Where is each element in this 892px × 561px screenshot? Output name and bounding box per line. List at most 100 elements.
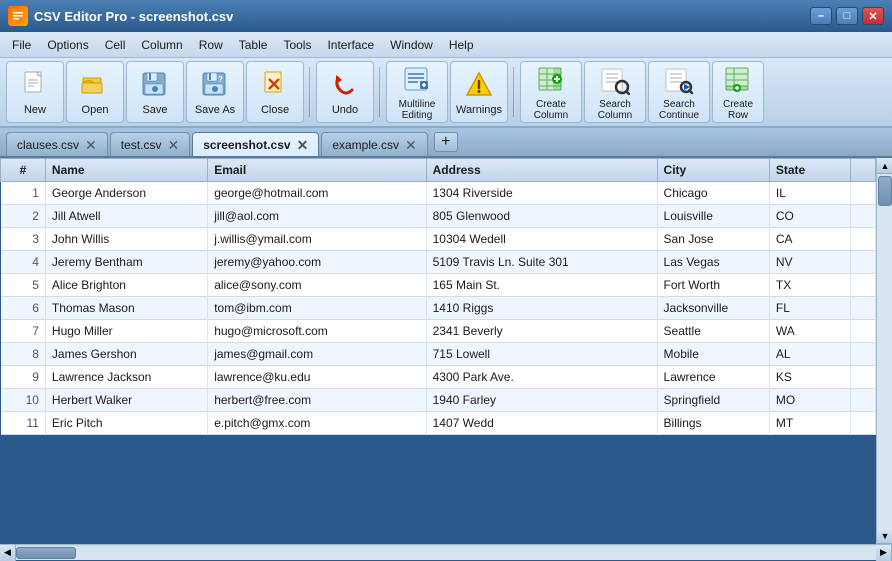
table-row[interactable]: 7 Hugo Miller hugo@microsoft.com 2341 Be… [1, 320, 876, 343]
cell-name[interactable]: Lawrence Jackson [45, 366, 207, 389]
scroll-left-button[interactable]: ◀ [0, 545, 16, 561]
cell-state[interactable]: MO [769, 389, 850, 412]
tab-clauses-close[interactable]: ✕ [85, 138, 97, 152]
h-scroll-track[interactable] [16, 546, 876, 560]
tab-example-close[interactable]: ✕ [405, 138, 417, 152]
cell-email[interactable]: hugo@microsoft.com [208, 320, 426, 343]
table-row[interactable]: 5 Alice Brighton alice@sony.com 165 Main… [1, 274, 876, 297]
scroll-down-button[interactable]: ▼ [877, 528, 892, 544]
cell-state[interactable]: IL [769, 182, 850, 205]
cell-email[interactable]: herbert@free.com [208, 389, 426, 412]
cell-city[interactable]: San Jose [657, 228, 769, 251]
cell-city[interactable]: Fort Worth [657, 274, 769, 297]
multiline-button[interactable]: Multiline Editing [386, 61, 448, 123]
cell-city[interactable]: Chicago [657, 182, 769, 205]
cell-city[interactable]: Las Vegas [657, 251, 769, 274]
cell-state[interactable]: AL [769, 343, 850, 366]
col-header-city[interactable]: City [657, 159, 769, 182]
cell-city[interactable]: Lawrence [657, 366, 769, 389]
save-button[interactable]: Save [126, 61, 184, 123]
maximize-button[interactable]: □ [836, 7, 858, 25]
menu-column[interactable]: Column [133, 36, 190, 54]
cell-state[interactable]: MT [769, 412, 850, 435]
menu-row[interactable]: Row [191, 36, 231, 54]
cell-address[interactable]: 1407 Wedd [426, 412, 657, 435]
cell-email[interactable]: alice@sony.com [208, 274, 426, 297]
cell-address[interactable]: 5109 Travis Ln. Suite 301 [426, 251, 657, 274]
menu-table[interactable]: Table [231, 36, 276, 54]
tab-screenshot-close[interactable]: ✕ [297, 138, 309, 152]
cell-email[interactable]: tom@ibm.com [208, 297, 426, 320]
cell-state[interactable]: NV [769, 251, 850, 274]
cell-name[interactable]: George Anderson [45, 182, 207, 205]
cell-address[interactable]: 2341 Beverly [426, 320, 657, 343]
cell-email[interactable]: james@gmail.com [208, 343, 426, 366]
menu-file[interactable]: File [4, 36, 39, 54]
cell-name[interactable]: Jill Atwell [45, 205, 207, 228]
table-row[interactable]: 4 Jeremy Bentham jeremy@yahoo.com 5109 T… [1, 251, 876, 274]
cell-address[interactable]: 1304 Riverside [426, 182, 657, 205]
cell-name[interactable]: Eric Pitch [45, 412, 207, 435]
close-file-button[interactable]: Close [246, 61, 304, 123]
warnings-button[interactable]: Warnings [450, 61, 508, 123]
cell-city[interactable]: Jacksonville [657, 297, 769, 320]
cell-state[interactable]: WA [769, 320, 850, 343]
table-row[interactable]: 2 Jill Atwell jill@aol.com 805 Glenwood … [1, 205, 876, 228]
saveas-button[interactable]: ? Save As [186, 61, 244, 123]
minimize-button[interactable]: – [810, 7, 832, 25]
table-row[interactable]: 10 Herbert Walker herbert@free.com 1940 … [1, 389, 876, 412]
cell-city[interactable]: Louisville [657, 205, 769, 228]
tab-screenshot[interactable]: screenshot.csv ✕ [192, 132, 319, 156]
table-row[interactable]: 11 Eric Pitch e.pitch@gmx.com 1407 Wedd … [1, 412, 876, 435]
scroll-right-button[interactable]: ▶ [876, 545, 892, 561]
cell-address[interactable]: 715 Lowell [426, 343, 657, 366]
cell-email[interactable]: george@hotmail.com [208, 182, 426, 205]
tab-test[interactable]: test.csv ✕ [110, 132, 190, 156]
cell-name[interactable]: Alice Brighton [45, 274, 207, 297]
cell-name[interactable]: John Willis [45, 228, 207, 251]
cell-address[interactable]: 165 Main St. [426, 274, 657, 297]
close-button[interactable]: ✕ [862, 7, 884, 25]
cell-name[interactable]: Herbert Walker [45, 389, 207, 412]
scroll-up-button[interactable]: ▲ [877, 158, 892, 174]
cell-city[interactable]: Seattle [657, 320, 769, 343]
h-scroll-thumb[interactable] [16, 547, 76, 559]
undo-button[interactable]: Undo [316, 61, 374, 123]
cell-email[interactable]: e.pitch@gmx.com [208, 412, 426, 435]
cell-city[interactable]: Billings [657, 412, 769, 435]
open-button[interactable]: Open [66, 61, 124, 123]
menu-cell[interactable]: Cell [97, 36, 134, 54]
cell-state[interactable]: FL [769, 297, 850, 320]
cell-email[interactable]: jill@aol.com [208, 205, 426, 228]
new-button[interactable]: New [6, 61, 64, 123]
col-header-address[interactable]: Address [426, 159, 657, 182]
menu-interface[interactable]: Interface [319, 36, 382, 54]
cell-name[interactable]: Hugo Miller [45, 320, 207, 343]
cell-city[interactable]: Springfield [657, 389, 769, 412]
cell-name[interactable]: Thomas Mason [45, 297, 207, 320]
menu-window[interactable]: Window [382, 36, 441, 54]
col-header-name[interactable]: Name [45, 159, 207, 182]
cell-name[interactable]: Jeremy Bentham [45, 251, 207, 274]
cell-address[interactable]: 805 Glenwood [426, 205, 657, 228]
cell-address[interactable]: 1940 Farley [426, 389, 657, 412]
col-header-email[interactable]: Email [208, 159, 426, 182]
menu-options[interactable]: Options [39, 36, 96, 54]
cell-address[interactable]: 4300 Park Ave. [426, 366, 657, 389]
cell-state[interactable]: KS [769, 366, 850, 389]
cell-address[interactable]: 1410 Riggs [426, 297, 657, 320]
horizontal-scrollbar[interactable]: ◀ ▶ [0, 544, 892, 560]
scroll-track[interactable] [877, 174, 892, 528]
add-tab-button[interactable]: + [434, 132, 458, 152]
cell-email[interactable]: lawrence@ku.edu [208, 366, 426, 389]
search-continue-button[interactable]: Search Continue [648, 61, 710, 123]
cell-address[interactable]: 10304 Wedell [426, 228, 657, 251]
cell-city[interactable]: Mobile [657, 343, 769, 366]
vertical-scrollbar[interactable]: ▲ ▼ [876, 158, 892, 544]
table-row[interactable]: 9 Lawrence Jackson lawrence@ku.edu 4300 … [1, 366, 876, 389]
cell-name[interactable]: James Gershon [45, 343, 207, 366]
table-row[interactable]: 8 James Gershon james@gmail.com 715 Lowe… [1, 343, 876, 366]
tab-example[interactable]: example.csv ✕ [321, 132, 427, 156]
table-row[interactable]: 1 George Anderson george@hotmail.com 130… [1, 182, 876, 205]
cell-state[interactable]: TX [769, 274, 850, 297]
